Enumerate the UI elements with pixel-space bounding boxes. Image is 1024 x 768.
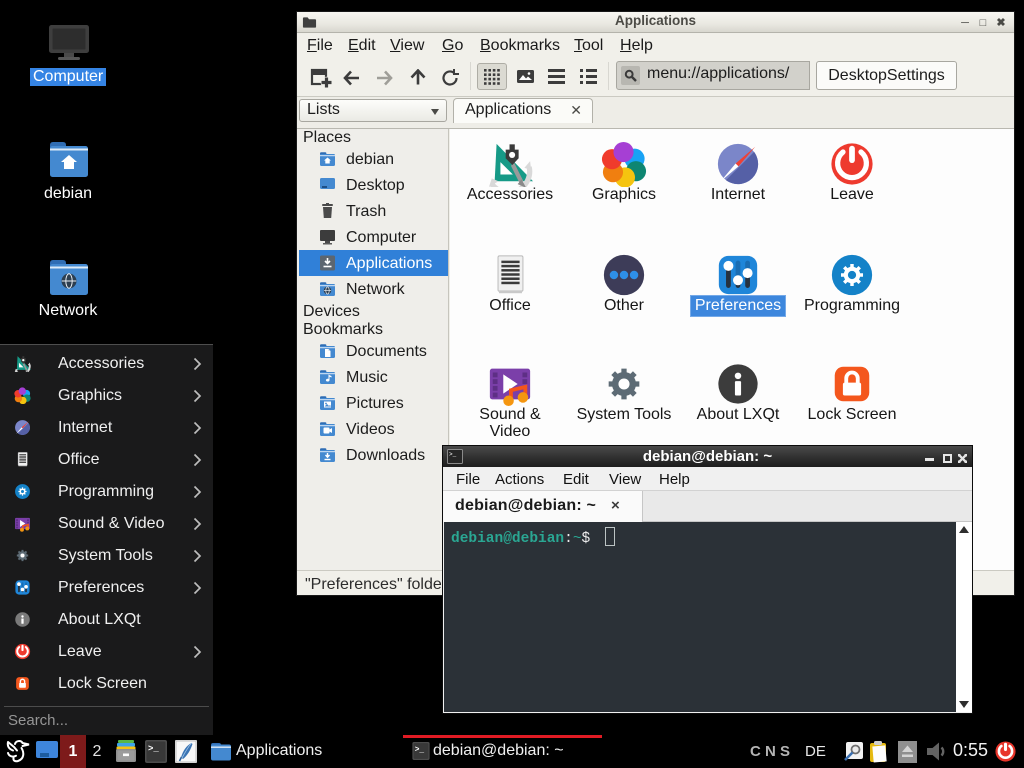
svg-text:>_: >_ (148, 744, 159, 754)
svg-text:>_: >_ (415, 745, 425, 754)
